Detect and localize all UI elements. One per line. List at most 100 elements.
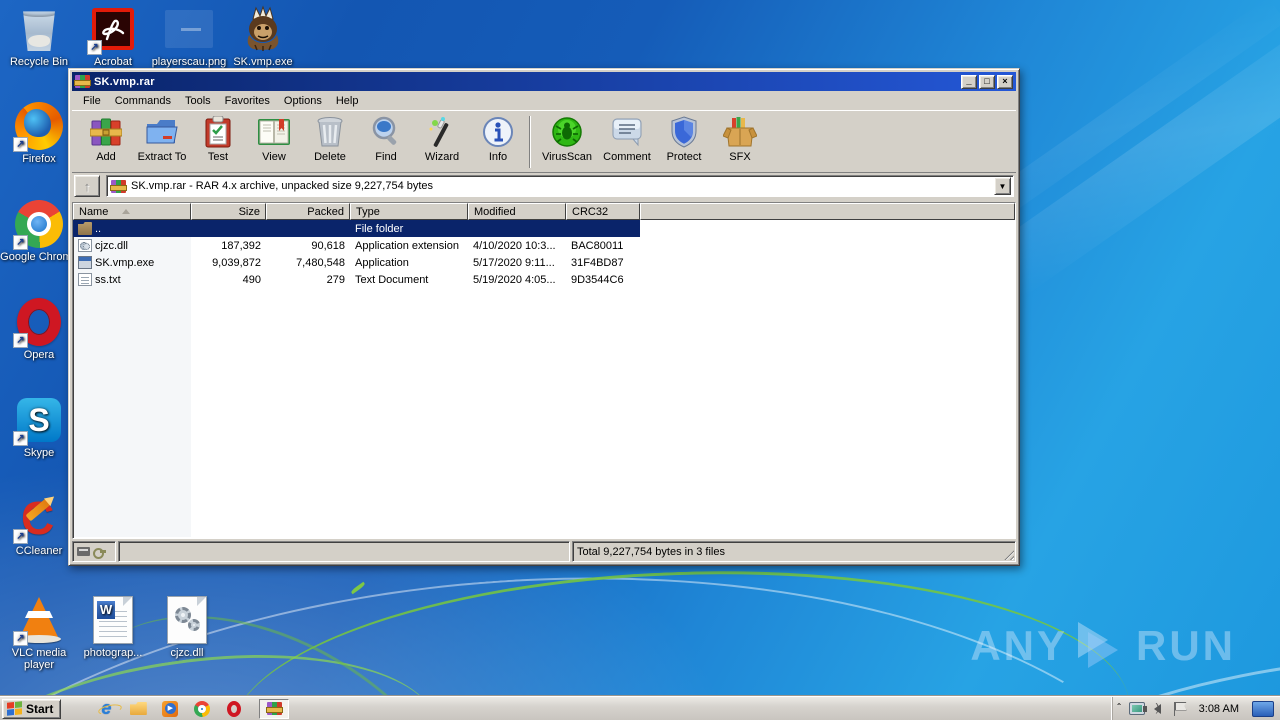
file-row-cjzc-dll[interactable]: cjzc.dll 187,392 90,618 Application exte… <box>73 237 1015 254</box>
menu-help[interactable]: Help <box>329 93 366 109</box>
watermark-text-run: RUN <box>1136 622 1236 669</box>
application-file-icon <box>78 256 92 269</box>
file-list-header: Name Size Packed Type Modified CRC32 <box>73 203 1015 220</box>
column-header-crc32[interactable]: CRC32 <box>566 203 640 220</box>
toolbar-sfx-button[interactable]: SFX <box>712 114 768 170</box>
window-titlebar[interactable]: SK.vmp.rar _ □ × <box>72 72 1016 91</box>
toolbar-info-button[interactable]: Info <box>470 114 526 170</box>
desktop-icon-vlc[interactable]: ↗ VLC media player <box>0 596 78 671</box>
desktop-icon-acrobat[interactable]: ↗ Acrobat <box>74 5 152 68</box>
toolbar-extract-to-button[interactable]: Extract To <box>134 114 190 170</box>
column-header-packed[interactable]: Packed <box>266 203 350 220</box>
toolbar-delete-button[interactable]: Delete <box>302 114 358 170</box>
toolbar-protect-button[interactable]: Protect <box>656 114 712 170</box>
word-document-icon: W <box>93 596 133 644</box>
toolbar-label: Test <box>207 151 229 163</box>
desktop-icon-cjzc-dll[interactable]: cjzc.dll <box>148 596 226 659</box>
column-header-size[interactable]: Size <box>191 203 266 220</box>
menu-options[interactable]: Options <box>277 93 329 109</box>
shortcut-arrow-icon: ↗ <box>13 235 28 250</box>
taskbar-winrar-button[interactable] <box>259 698 290 719</box>
toolbar: Add Extract To Test View Delete Find Wiz… <box>72 110 1016 173</box>
folder-up-icon <box>78 222 92 235</box>
winrar-archive-icon <box>110 179 127 193</box>
virus-scan-icon <box>551 114 583 150</box>
toolbar-separator <box>529 116 531 168</box>
toolbar-label: Wizard <box>424 151 460 163</box>
tray-chevron-icon[interactable]: ˆ <box>1117 703 1121 714</box>
wizard-wand-icon <box>427 114 457 150</box>
column-header-type[interactable]: Type <box>350 203 468 220</box>
toolbar-label: View <box>262 151 286 163</box>
toolbar-test-button[interactable]: Test <box>190 114 246 170</box>
desktop-icon-playerscau-png[interactable]: playerscau.png <box>148 5 230 68</box>
desktop-icon-ccleaner[interactable]: C ↗ CCleaner <box>0 494 78 557</box>
minimize-button[interactable]: _ <box>961 74 977 89</box>
winrar-archive-icon <box>265 702 283 715</box>
image-thumbnail-icon <box>165 10 213 48</box>
shortcut-arrow-icon: ↗ <box>13 137 28 152</box>
toolbar-label: Extract To <box>137 151 187 163</box>
status-total-text: Total 9,227,754 bytes in 3 files <box>577 545 725 558</box>
desktop-icon-photograp-doc[interactable]: W photograp... <box>74 596 152 659</box>
desktop-icon-skype[interactable]: S ↗ Skype <box>0 396 78 459</box>
file-row-ss-txt[interactable]: ss.txt 490 279 Text Document 5/19/2020 4… <box>73 271 1015 288</box>
shortcut-arrow-icon: ↗ <box>13 631 28 646</box>
file-row-parent-dir[interactable]: .. File folder <box>73 220 1015 237</box>
explorer-folder-icon[interactable] <box>129 700 147 718</box>
address-bar-row: ↑ SK.vmp.rar - RAR 4.x archive, unpacked… <box>72 173 1016 199</box>
comment-bubble-icon <box>611 114 643 150</box>
menu-commands[interactable]: Commands <box>108 93 178 109</box>
column-header-name[interactable]: Name <box>73 203 191 220</box>
gorilla-app-icon <box>239 5 287 53</box>
windows-flag-icon <box>7 701 22 716</box>
toolbar-view-button[interactable]: View <box>246 114 302 170</box>
column-header-modified[interactable]: Modified <box>468 203 566 220</box>
anyrun-watermark: ANY RUN <box>970 620 1236 672</box>
desktop-icon-recycle-bin[interactable]: Recycle Bin <box>0 5 78 68</box>
volume-icon[interactable] <box>1142 702 1161 714</box>
menu-file[interactable]: File <box>76 93 108 109</box>
menu-bar: File Commands Tools Favorites Options He… <box>72 91 1016 110</box>
opera-icon[interactable] <box>225 700 243 718</box>
media-player-icon[interactable]: ▶ <box>161 700 179 718</box>
maximize-button[interactable]: □ <box>979 74 995 89</box>
close-button[interactable]: × <box>997 74 1013 89</box>
file-row-sk-vmp-exe[interactable]: SK.vmp.exe 9,039,872 7,480,548 Applicati… <box>73 254 1015 271</box>
up-one-level-button[interactable]: ↑ <box>74 175 100 197</box>
resize-grip[interactable] <box>1002 548 1014 560</box>
action-center-flag-icon[interactable] <box>1173 701 1186 716</box>
address-text: SK.vmp.rar - RAR 4.x archive, unpacked s… <box>131 180 434 192</box>
sort-ascending-icon <box>122 209 131 214</box>
shortcut-arrow-icon: ↗ <box>87 40 102 55</box>
taskbar-clock[interactable]: 3:08 AM <box>1195 703 1243 715</box>
shortcut-arrow-icon: ↗ <box>13 529 28 544</box>
toolbar-virusscan-button[interactable]: VirusScan <box>536 114 598 170</box>
address-combobox[interactable]: SK.vmp.rar - RAR 4.x archive, unpacked s… <box>106 175 1014 197</box>
menu-tools[interactable]: Tools <box>178 93 218 109</box>
winrar-window: SK.vmp.rar _ □ × File Commands Tools Fav… <box>68 68 1020 566</box>
chrome-icon[interactable] <box>193 700 211 718</box>
address-dropdown-button[interactable]: ▼ <box>994 177 1011 195</box>
key-icon <box>93 547 106 559</box>
toolbar-find-button[interactable]: Find <box>358 114 414 170</box>
desktop-icon-label: Opera <box>23 349 55 361</box>
desktop-icon-opera[interactable]: ↗ Opera <box>0 298 78 361</box>
toolbar-add-button[interactable]: Add <box>78 114 134 170</box>
toolbar-label: SFX <box>729 151 751 163</box>
toolbar-wizard-button[interactable]: Wizard <box>414 114 470 170</box>
start-button[interactable]: Start <box>2 698 62 719</box>
desktop-icon-label: Acrobat <box>94 56 132 68</box>
desktop-icon-sk-vmp-exe[interactable]: SK.vmp.exe <box>224 5 302 68</box>
menu-favorites[interactable]: Favorites <box>218 93 277 109</box>
toolbar-comment-button[interactable]: Comment <box>598 114 656 170</box>
start-button-label: Start <box>26 701 54 716</box>
desktop-icon-firefox[interactable]: ↗ Firefox <box>0 102 78 165</box>
desktop-icon-google-chrome[interactable]: ↗ Google Chrome <box>0 200 78 263</box>
internet-explorer-icon[interactable]: e <box>97 698 115 718</box>
quick-launch: e ▶ <box>97 698 243 718</box>
desktop-icon-label: VLC media player <box>11 647 67 671</box>
desktop-icon-label: photograp... <box>83 647 143 659</box>
toolbar-label: Delete <box>314 151 346 163</box>
show-desktop-icon[interactable] <box>1252 700 1274 717</box>
